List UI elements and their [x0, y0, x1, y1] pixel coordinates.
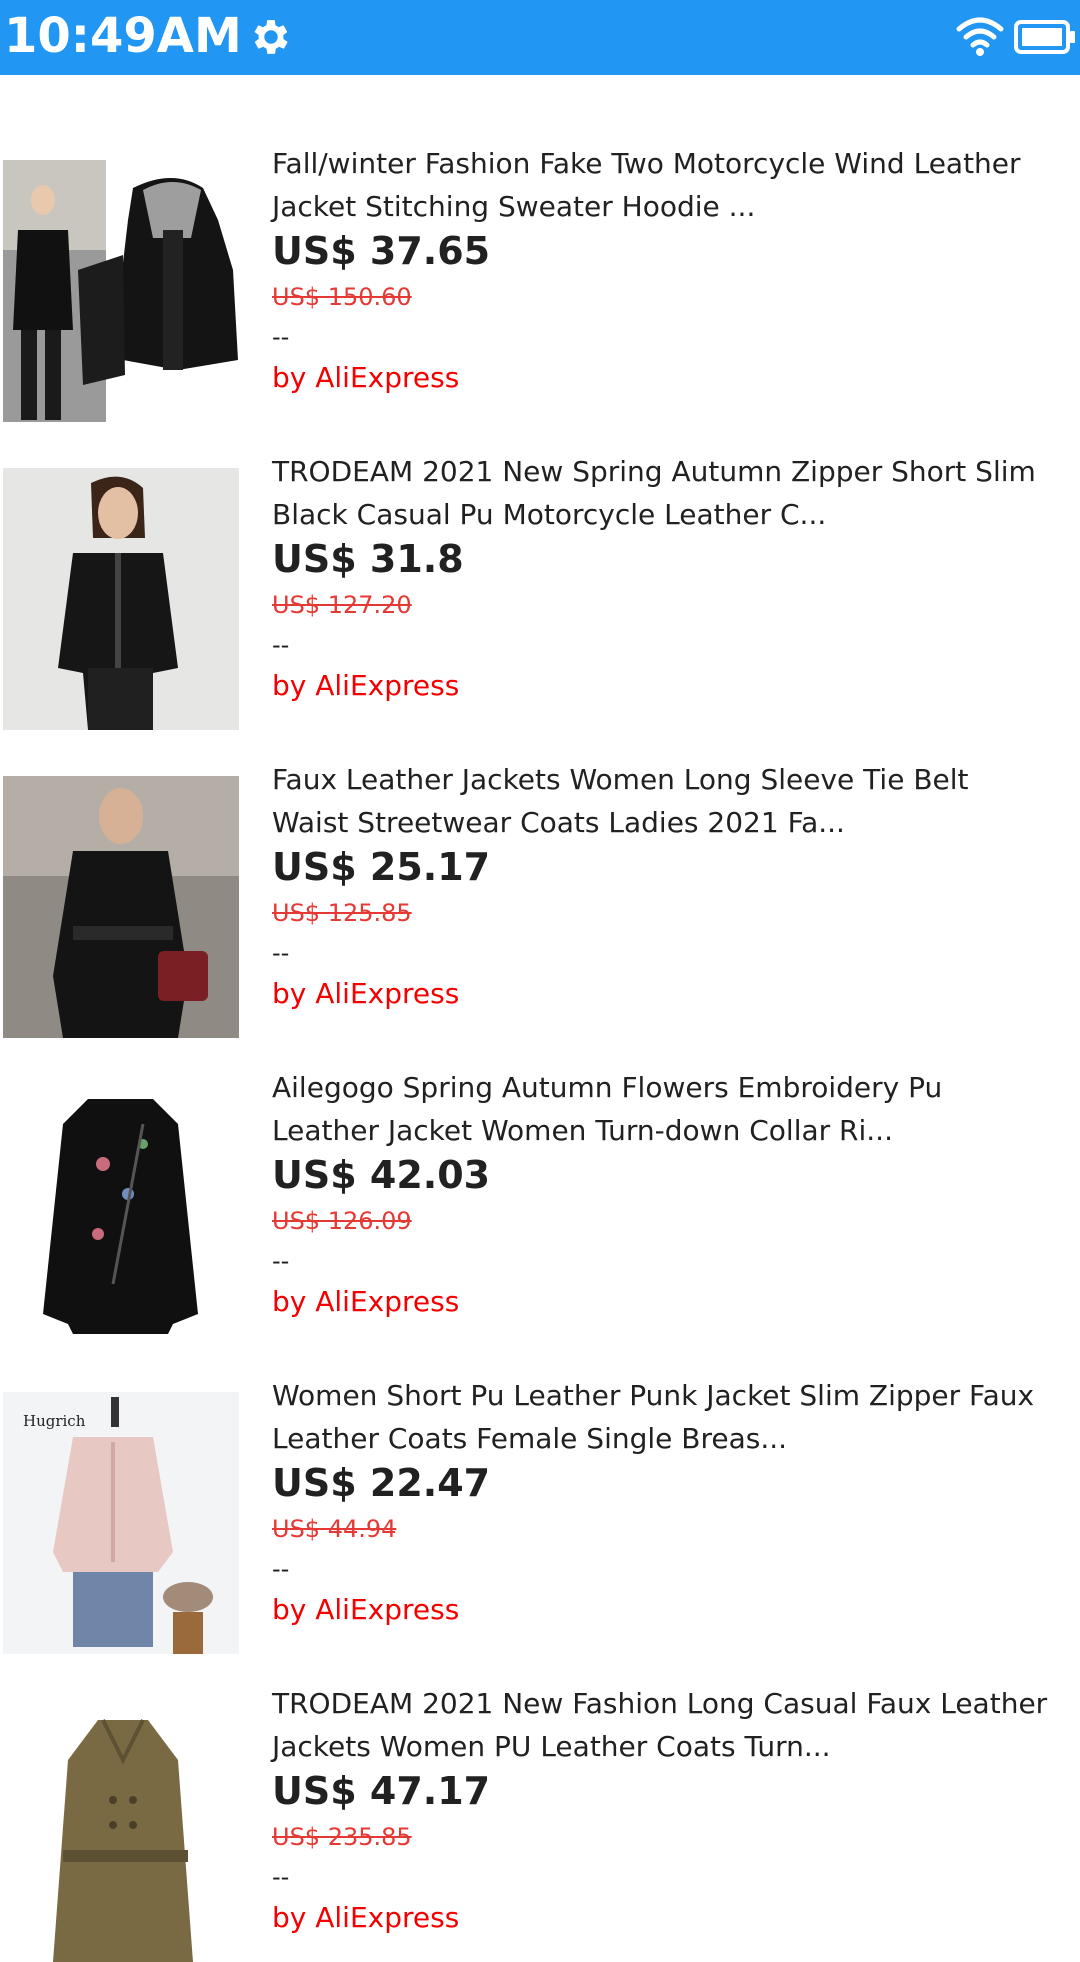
product-title[interactable]: Women Short Pu Leather Punk Jacket Slim … [272, 1374, 1072, 1460]
product-price: US$ 25.17 [272, 845, 491, 889]
product-image[interactable] [3, 160, 239, 422]
product-title-line: Waist Streetwear Coats Ladies 2021 Fa... [272, 806, 845, 839]
battery-icon [1014, 20, 1075, 54]
product-item[interactable]: Hugrich Women Short Pu Leather Punk Jack… [0, 1362, 1080, 1654]
product-rating: -- [272, 1555, 290, 1583]
status-time: 10:49AM [4, 8, 242, 64]
image-caption: Hugrich [23, 1412, 86, 1430]
product-rating: -- [272, 1863, 290, 1891]
product-original-price: US$ 125.85 [272, 899, 412, 927]
product-seller: by AliExpress [272, 1285, 460, 1318]
product-seller: by AliExpress [272, 977, 460, 1010]
product-image[interactable] [3, 1700, 239, 1962]
product-rating: -- [272, 631, 290, 659]
product-item[interactable]: TRODEAM 2021 New Spring Autumn Zipper Sh… [0, 438, 1080, 730]
product-seller: by AliExpress [272, 669, 460, 702]
product-original-price: US$ 150.60 [272, 283, 412, 311]
wifi-icon [956, 17, 1004, 56]
product-title-line: Jacket Stitching Sweater Hoodie ... [272, 190, 756, 223]
product-title-line: Ailegogo Spring Autumn Flowers Embroider… [272, 1071, 943, 1104]
product-rating: -- [272, 939, 290, 967]
product-title-line: Faux Leather Jackets Women Long Sleeve T… [272, 763, 969, 796]
product-title-line: Black Casual Pu Motorcycle Leather C... [272, 498, 827, 531]
product-price: US$ 47.17 [272, 1769, 491, 1813]
product-title-line: Fall/winter Fashion Fake Two Motorcycle … [272, 147, 1021, 180]
product-item[interactable]: Ailegogo Spring Autumn Flowers Embroider… [0, 1054, 1080, 1346]
product-title[interactable]: Faux Leather Jackets Women Long Sleeve T… [272, 758, 1072, 844]
product-title-line: TRODEAM 2021 New Fashion Long Casual Fau… [272, 1687, 1048, 1720]
gear-icon [254, 20, 288, 54]
product-item[interactable]: Faux Leather Jackets Women Long Sleeve T… [0, 746, 1080, 1038]
product-image[interactable] [3, 776, 239, 1038]
product-price: US$ 22.47 [272, 1461, 491, 1505]
product-title[interactable]: TRODEAM 2021 New Fashion Long Casual Fau… [272, 1682, 1072, 1768]
product-price: US$ 42.03 [272, 1153, 491, 1197]
product-image[interactable] [3, 1084, 239, 1346]
product-image[interactable] [3, 468, 239, 730]
product-seller: by AliExpress [272, 1901, 460, 1934]
product-rating: -- [272, 323, 290, 351]
product-title-line: Jackets Women PU Leather Coats Turn... [272, 1730, 831, 1763]
product-original-price: US$ 235.85 [272, 1823, 412, 1851]
product-item[interactable]: TRODEAM 2021 New Fashion Long Casual Fau… [0, 1670, 1080, 1962]
product-title-line: TRODEAM 2021 New Spring Autumn Zipper Sh… [272, 455, 1036, 488]
product-title-line: Leather Jacket Women Turn-down Collar Ri… [272, 1114, 893, 1147]
product-rating: -- [272, 1247, 290, 1275]
product-original-price: US$ 44.94 [272, 1515, 397, 1543]
product-title[interactable]: TRODEAM 2021 New Spring Autumn Zipper Sh… [272, 450, 1072, 536]
product-title[interactable]: Fall/winter Fashion Fake Two Motorcycle … [272, 142, 1072, 228]
product-original-price: US$ 126.09 [272, 1207, 412, 1235]
product-original-price: US$ 127.20 [272, 591, 412, 619]
product-image[interactable]: Hugrich [3, 1392, 239, 1654]
product-seller: by AliExpress [272, 1593, 460, 1626]
status-bar: 10:49AM [0, 0, 1080, 75]
product-price: US$ 37.65 [272, 229, 491, 273]
product-title[interactable]: Ailegogo Spring Autumn Flowers Embroider… [272, 1066, 1072, 1152]
product-price: US$ 31.8 [272, 537, 464, 581]
product-item[interactable]: Fall/winter Fashion Fake Two Motorcycle … [0, 130, 1080, 422]
product-seller: by AliExpress [272, 361, 460, 394]
product-title-line: Leather Coats Female Single Breas... [272, 1422, 788, 1455]
product-title-line: Women Short Pu Leather Punk Jacket Slim … [272, 1379, 1035, 1412]
